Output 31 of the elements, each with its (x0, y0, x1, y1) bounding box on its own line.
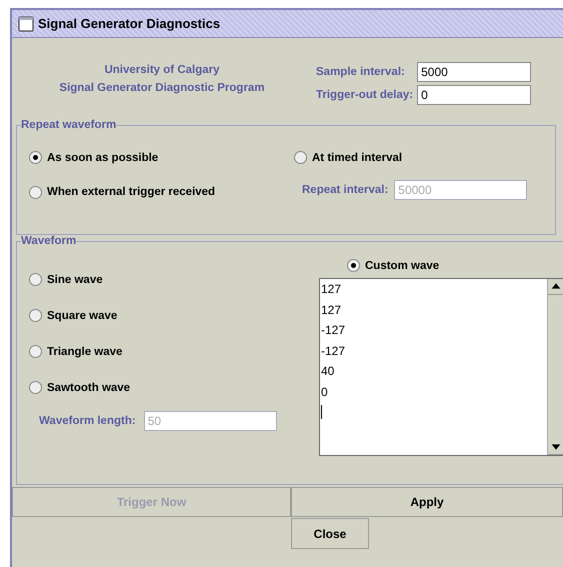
value-line: -127 (321, 342, 346, 360)
radio-option[interactable]: Triangle wave (29, 345, 319, 358)
input-field[interactable]: 0 (417, 85, 532, 105)
radio-option[interactable]: Sawtooth wave (29, 381, 319, 394)
header-text: University of Calgary (104, 64, 220, 76)
radio-option[interactable]: As soon as possible (29, 151, 294, 164)
radio-option[interactable]: When external trigger received (29, 184, 294, 200)
radio-option[interactable]: Sine wave (29, 273, 319, 286)
radio-option[interactable]: Square wave (29, 309, 319, 322)
value-line: 127 (321, 302, 342, 318)
text-area[interactable]: 127 127 -127 -127 40 0 (319, 278, 563, 456)
scroll-bar[interactable] (547, 279, 563, 455)
button[interactable]: Close (291, 518, 369, 549)
group-title: Repeat waveform (21, 119, 116, 131)
field-label: Waveform length: (39, 415, 136, 427)
radio-option[interactable]: Custom wave (347, 259, 563, 272)
value-line: -127 (321, 322, 346, 339)
value-line: 0 (321, 384, 329, 400)
window-icon (18, 16, 34, 32)
group-title: Waveform (21, 235, 76, 247)
text-caret (321, 405, 322, 419)
field-label: Trigger-out delay: (316, 89, 414, 101)
value-line: 127 (321, 281, 342, 298)
window-title: Signal Generator Diagnostics (38, 16, 220, 31)
input-field[interactable]: 5000 (417, 62, 532, 82)
header-text: Signal Generator Diagnostic Program (59, 82, 265, 94)
field-label: Repeat interval: (302, 184, 388, 196)
field-label: Sample interval: (316, 66, 406, 78)
radio-option[interactable]: At timed interval (294, 151, 555, 164)
button[interactable]: Apply (291, 487, 563, 517)
value-line: 40 (321, 363, 336, 380)
